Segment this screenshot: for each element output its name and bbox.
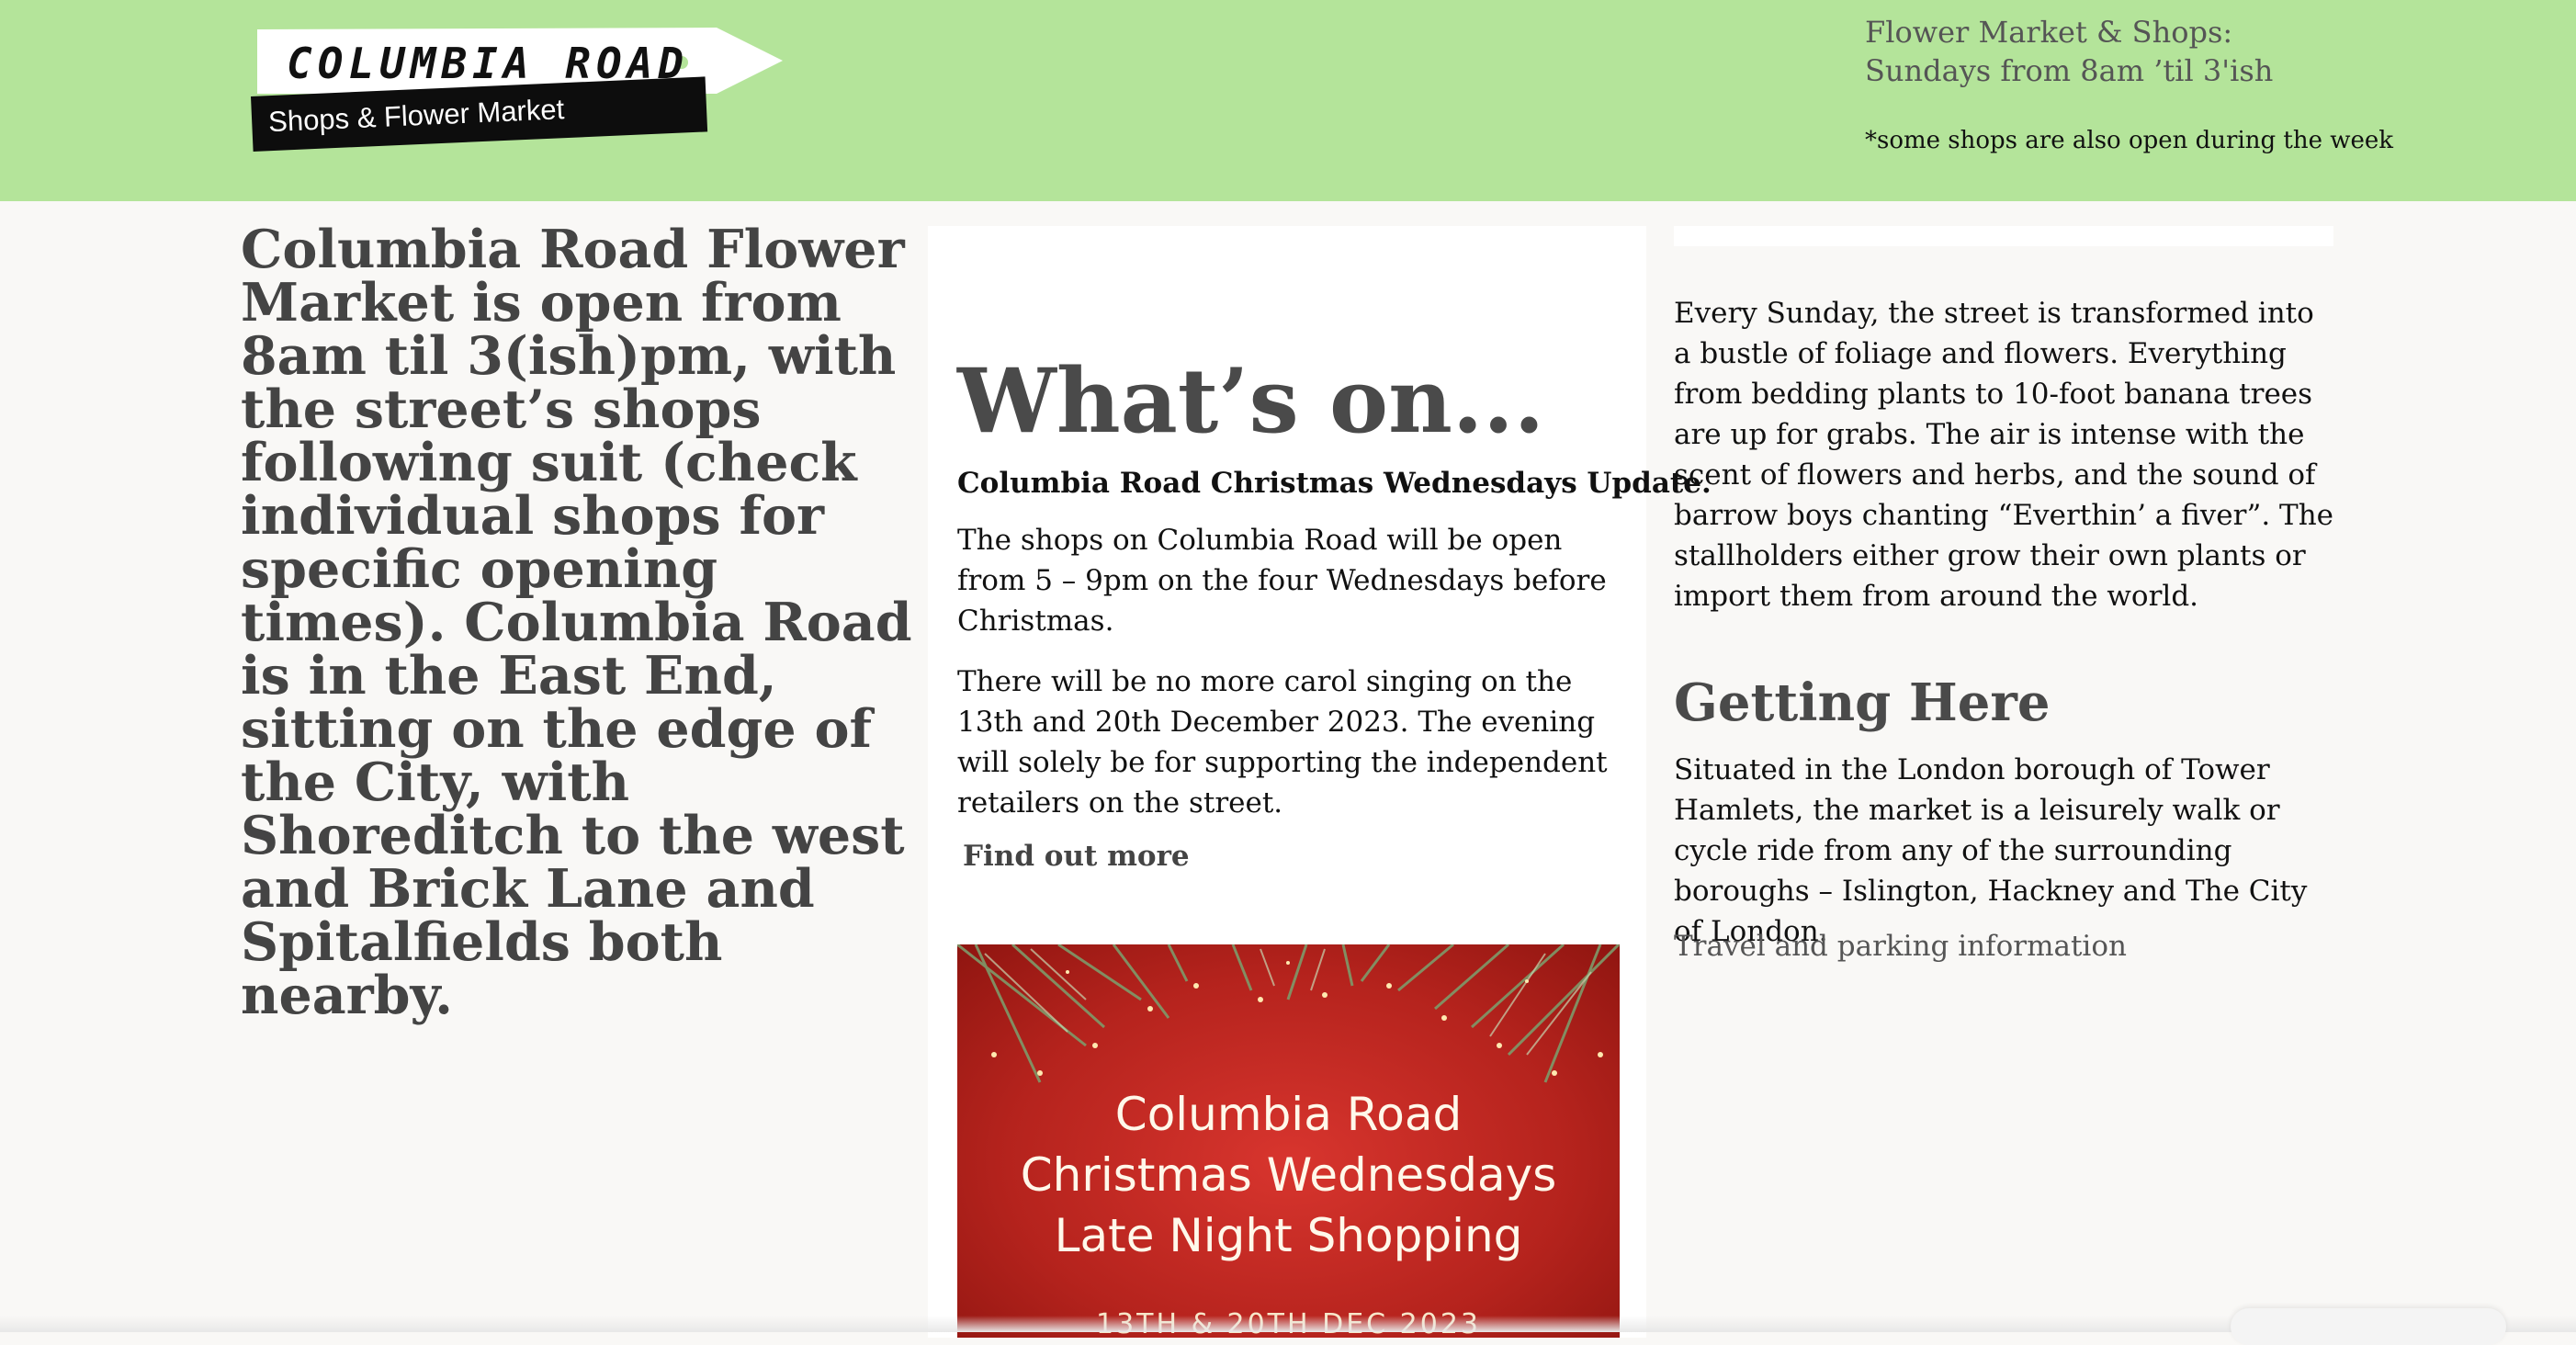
floating-widget[interactable] [2231, 1308, 2506, 1345]
christmas-update-title: Columbia Road Christmas Wednesdays Updat… [957, 467, 1712, 500]
getting-here-heading: Getting Here [1674, 672, 2051, 733]
logo-subtitle: Shops & Flower Market [267, 93, 565, 139]
whats-on-panel: What’s on... Columbia Road Christmas Wed… [928, 226, 1712, 1338]
find-out-more-link[interactable]: Find out more [963, 840, 1190, 873]
bottom-shadow [0, 1316, 2576, 1332]
christmas-poster-image[interactable]: Columbia Road Christmas Wednesdays Late … [957, 944, 1620, 1338]
hours-line-1: Flower Market & Shops: [1865, 15, 2233, 50]
site-header: COLUMBIA ROAD Shops & Flower Market Flow… [0, 0, 2576, 201]
whats-on-heading: What’s on... [957, 349, 1545, 453]
travel-parking-link[interactable]: Travel and parking information [1674, 930, 2127, 963]
hours-note: *some shops are also open during the wee… [1865, 127, 2394, 154]
site-logo[interactable]: COLUMBIA ROAD Shops & Flower Market [251, 28, 790, 175]
christmas-paragraph-1: The shops on Columbia Road will be open … [957, 524, 1607, 638]
poster-title: Columbia Road Christmas Wednesdays Late … [957, 1084, 1620, 1266]
intro-text: Columbia Road Flower Market is open from… [241, 219, 912, 1026]
opening-hours: Flower Market & Shops: Sundays from 8am … [1865, 13, 2273, 90]
divider-bar [1674, 226, 2333, 246]
poster-line-3: Late Night Shopping [1054, 1209, 1523, 1262]
hours-line-2: Sundays from 8am ’til 3'ish [1865, 53, 2274, 88]
christmas-paragraph-2: There will be no more carol singing on t… [957, 665, 1608, 819]
poster-line-2: Christmas Wednesdays [1020, 1148, 1557, 1202]
getting-here-paragraph: Situated in the London borough of Tower … [1674, 753, 2308, 948]
poster-line-1: Columbia Road [1114, 1088, 1463, 1141]
about-paragraph: Every Sunday, the street is transformed … [1674, 297, 2334, 613]
